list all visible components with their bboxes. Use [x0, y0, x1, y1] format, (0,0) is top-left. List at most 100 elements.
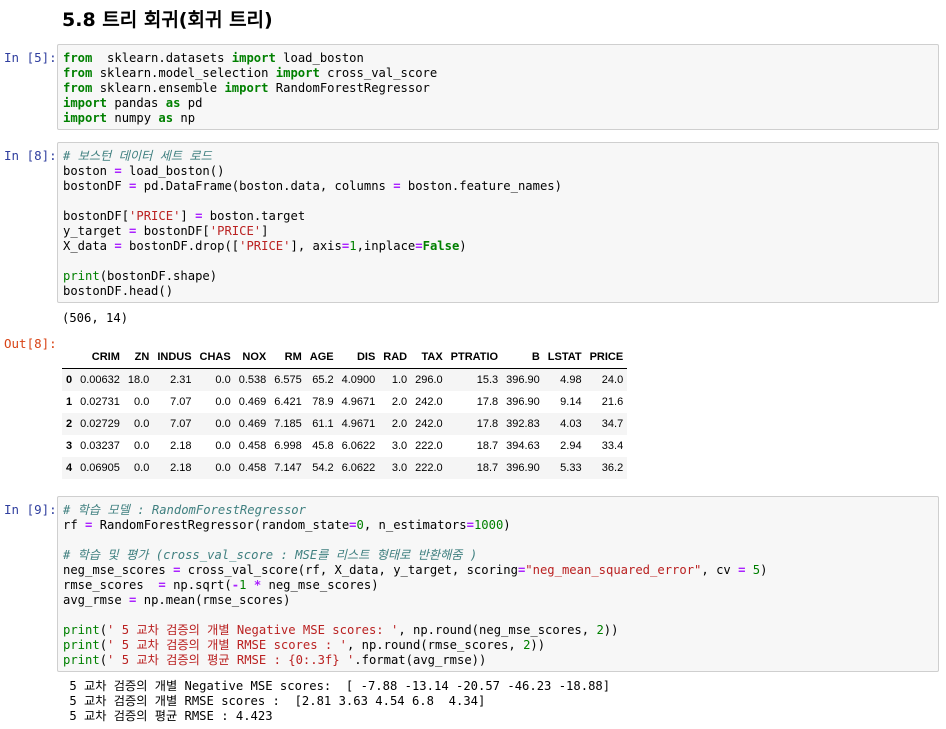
- code-token: from: [63, 66, 93, 80]
- cell-prompt-in-9: In [9]:: [4, 502, 57, 517]
- table-cell: 36.2: [601, 462, 624, 474]
- code-editor[interactable]: from sklearn.datasets import load_boston…: [58, 45, 938, 126]
- code-token: ]: [180, 209, 196, 223]
- code-token: =: [415, 239, 423, 253]
- code-token: ): [503, 518, 511, 532]
- table-cell: 0.0: [215, 374, 231, 386]
- table-body: 0 0.00632 18.0 2.31 0.0 0.538 6.575 65.2 4.0900 1…: [62, 368, 628, 479]
- code-token: numpy: [107, 111, 159, 125]
- code-token: =: [393, 179, 401, 193]
- code-token: import: [231, 51, 276, 65]
- code-token: print: [63, 269, 100, 283]
- table-cell: 7.147: [274, 462, 302, 474]
- table-cell: 54.2: [312, 462, 334, 474]
- code-token: ' 5 교차 검증의 개별 Negative MSE scores: ': [107, 623, 399, 637]
- table-cell: 0.02731: [80, 396, 120, 408]
- column-header: AGE: [305, 346, 338, 369]
- table-cell: 0.0: [215, 418, 231, 430]
- table-cell: 4.9671: [341, 396, 376, 408]
- code-token: # 보스턴 데이터 세트 로드: [63, 149, 212, 163]
- table-row: 1 0.02731 0.0 7.07 0.0 0.469 6.421 78.9 4.9671 2.…: [62, 391, 627, 413]
- code-token: rf: [63, 518, 86, 532]
- column-header: TAX: [411, 346, 447, 369]
- code-token: (bostonDF.shape): [99, 269, 218, 283]
- table-header-row: CRIM ZN INDUS CHAS NOX RM AGE DIS RAD TAX PTRATIO B…: [62, 346, 628, 369]
- code-token: sklearn.model_selection: [92, 66, 276, 80]
- table-cell: 0.0: [134, 396, 150, 408]
- column-header: DIS: [337, 346, 380, 369]
- table-cell: 2.18: [170, 462, 192, 474]
- code-token: sklearn.ensemble: [92, 81, 225, 95]
- table-cell: 0.02729: [80, 418, 120, 430]
- code-token: =: [158, 578, 166, 592]
- table-cell: 2.94: [560, 440, 582, 452]
- code-cell-imports[interactable]: from sklearn.datasets import load_boston…: [57, 44, 939, 130]
- code-token: cross_val_score: [319, 66, 438, 80]
- code-token: 'PRICE': [239, 239, 291, 253]
- table-cell: 34.7: [601, 418, 624, 430]
- code-editor[interactable]: # 보스턴 데이터 세트 로드 boston = load_boston() b…: [58, 143, 938, 299]
- table-row: 3 0.03237 0.0 2.18 0.0 0.458 6.998 45.8 6.0622 3.…: [62, 435, 627, 457]
- code-token: .format(avg_rmse)): [354, 653, 487, 667]
- column-header: PRICE: [585, 346, 628, 369]
- table-cell: 6.998: [274, 440, 302, 452]
- table-cell: 4.98: [560, 374, 582, 386]
- code-token: 2: [596, 623, 604, 637]
- table-cell: 33.4: [601, 440, 624, 452]
- code-token: rmse_scores: [63, 578, 159, 592]
- table-row: 4 0.06905 0.0 2.18 0.0 0.458 7.147 54.2 6.0622 3.…: [62, 457, 628, 479]
- table-cell: 24.0: [601, 374, 624, 386]
- code-token: y_target: [63, 224, 130, 238]
- table-cell: 4.03: [560, 418, 582, 430]
- output-line: 5 교차 검증의 평균 RMSE : 4.423: [62, 709, 280, 723]
- table-cell: 242.0: [415, 396, 443, 408]
- row-index: 2: [66, 418, 73, 430]
- code-token: from: [63, 51, 93, 65]
- table-cell: 0.0: [215, 440, 231, 452]
- table-cell: 0.03237: [80, 440, 120, 452]
- column-header: RM: [270, 346, 306, 369]
- table-cell: 0.0: [215, 396, 231, 408]
- table-cell: 0.469: [238, 396, 267, 408]
- code-token: pd.DataFrame(boston.data, columns: [136, 179, 394, 193]
- code-token: 1: [349, 239, 357, 253]
- code-token: print: [63, 623, 100, 637]
- table-cell: 0.458: [238, 440, 267, 452]
- code-token: bostonDF.drop([: [121, 239, 240, 253]
- code-token: bostonDF.head(): [63, 284, 174, 298]
- table-cell: 296.0: [415, 374, 443, 386]
- table-cell: 4.9671: [341, 418, 376, 430]
- code-token: # 학습 모델 : RandomForestRegressor: [63, 503, 306, 517]
- code-editor[interactable]: # 학습 모델 : RandomForestRegressor rf = Ran…: [58, 497, 938, 668]
- table-cell: 17.8: [476, 418, 499, 430]
- code-token: print: [63, 638, 100, 652]
- section-heading: 5.8 트리 회귀(회귀 트리): [62, 9, 273, 31]
- shape-output: (506, 14): [62, 311, 129, 325]
- code-cell-model[interactable]: # 학습 모델 : RandomForestRegressor rf = Ran…: [57, 496, 939, 672]
- column-header: [62, 346, 77, 369]
- code-token: np: [173, 111, 196, 125]
- table-cell: 396.90: [506, 396, 540, 408]
- code-token: np.mean(rmse_scores): [136, 593, 291, 607]
- code-token: ' 5 교차 검증의 개별 RMSE scores : ': [107, 638, 347, 652]
- table-cell: 2.0: [391, 418, 408, 430]
- code-token: =: [466, 518, 474, 532]
- code-token: =: [114, 164, 122, 178]
- code-token: 1000: [473, 518, 504, 532]
- table-cell: 242.0: [415, 418, 443, 430]
- code-token: load_boston(): [121, 164, 225, 178]
- table-cell: 1.0: [391, 374, 408, 386]
- table-cell: 396.90: [506, 374, 540, 386]
- code-token: X_data: [63, 239, 115, 253]
- code-token: 0: [356, 518, 364, 532]
- table-cell: 0.0: [134, 462, 150, 474]
- code-token: from: [63, 81, 93, 95]
- code-token: boston.target: [202, 209, 306, 223]
- code-token: , np.round(rmse_scores,: [346, 638, 524, 652]
- table-cell: 7.07: [170, 396, 192, 408]
- code-cell-load-data[interactable]: # 보스턴 데이터 세트 로드 boston = load_boston() b…: [57, 142, 939, 303]
- code-token: bostonDF[: [136, 224, 210, 238]
- cell-prompt-in-8: In [8]:: [4, 148, 57, 163]
- table-cell: 21.6: [601, 396, 624, 408]
